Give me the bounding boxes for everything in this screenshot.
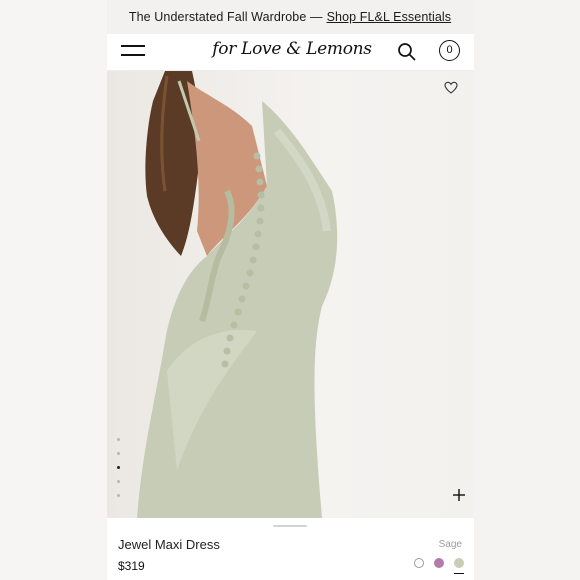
bag-icon[interactable]: 0 xyxy=(439,40,460,61)
right-background xyxy=(474,0,580,580)
promo-banner: The Understated Fall Wardrobe — Shop FL&… xyxy=(0,0,580,34)
plus-icon[interactable] xyxy=(452,488,466,502)
left-background xyxy=(0,0,107,580)
product-info-panel: Jewel Maxi Dress $319 Sage xyxy=(107,518,474,580)
color-swatch-1[interactable] xyxy=(414,558,424,568)
color-swatch-3[interactable] xyxy=(454,558,464,574)
brand-logo[interactable]: for Love & Lemons xyxy=(212,39,372,59)
bag-count: 0 xyxy=(446,44,453,56)
color-label: Sage xyxy=(438,539,462,550)
product-image[interactable] xyxy=(107,71,474,518)
drag-handle[interactable] xyxy=(273,525,307,527)
promo-text: The Understated Fall Wardrobe — xyxy=(128,10,323,24)
hamburger-menu-icon[interactable] xyxy=(121,44,145,58)
heart-icon[interactable] xyxy=(444,81,458,95)
gallery-dot[interactable] xyxy=(117,494,120,497)
gallery-dot[interactable] xyxy=(117,480,120,483)
search-icon[interactable] xyxy=(397,42,417,62)
product-price: $319 xyxy=(118,559,145,573)
dress-photo xyxy=(137,71,338,518)
color-swatches xyxy=(414,558,464,574)
gallery-dot[interactable] xyxy=(117,438,120,441)
gallery-pagination xyxy=(117,438,123,508)
color-swatch-2[interactable] xyxy=(434,558,444,568)
site-header: for Love & Lemons 0 xyxy=(107,34,474,71)
gallery-dot-active[interactable] xyxy=(117,466,120,469)
product-name[interactable]: Jewel Maxi Dress xyxy=(118,537,220,552)
promo-link[interactable]: Shop FL&L Essentials xyxy=(327,10,452,24)
gallery-dot[interactable] xyxy=(117,452,120,455)
